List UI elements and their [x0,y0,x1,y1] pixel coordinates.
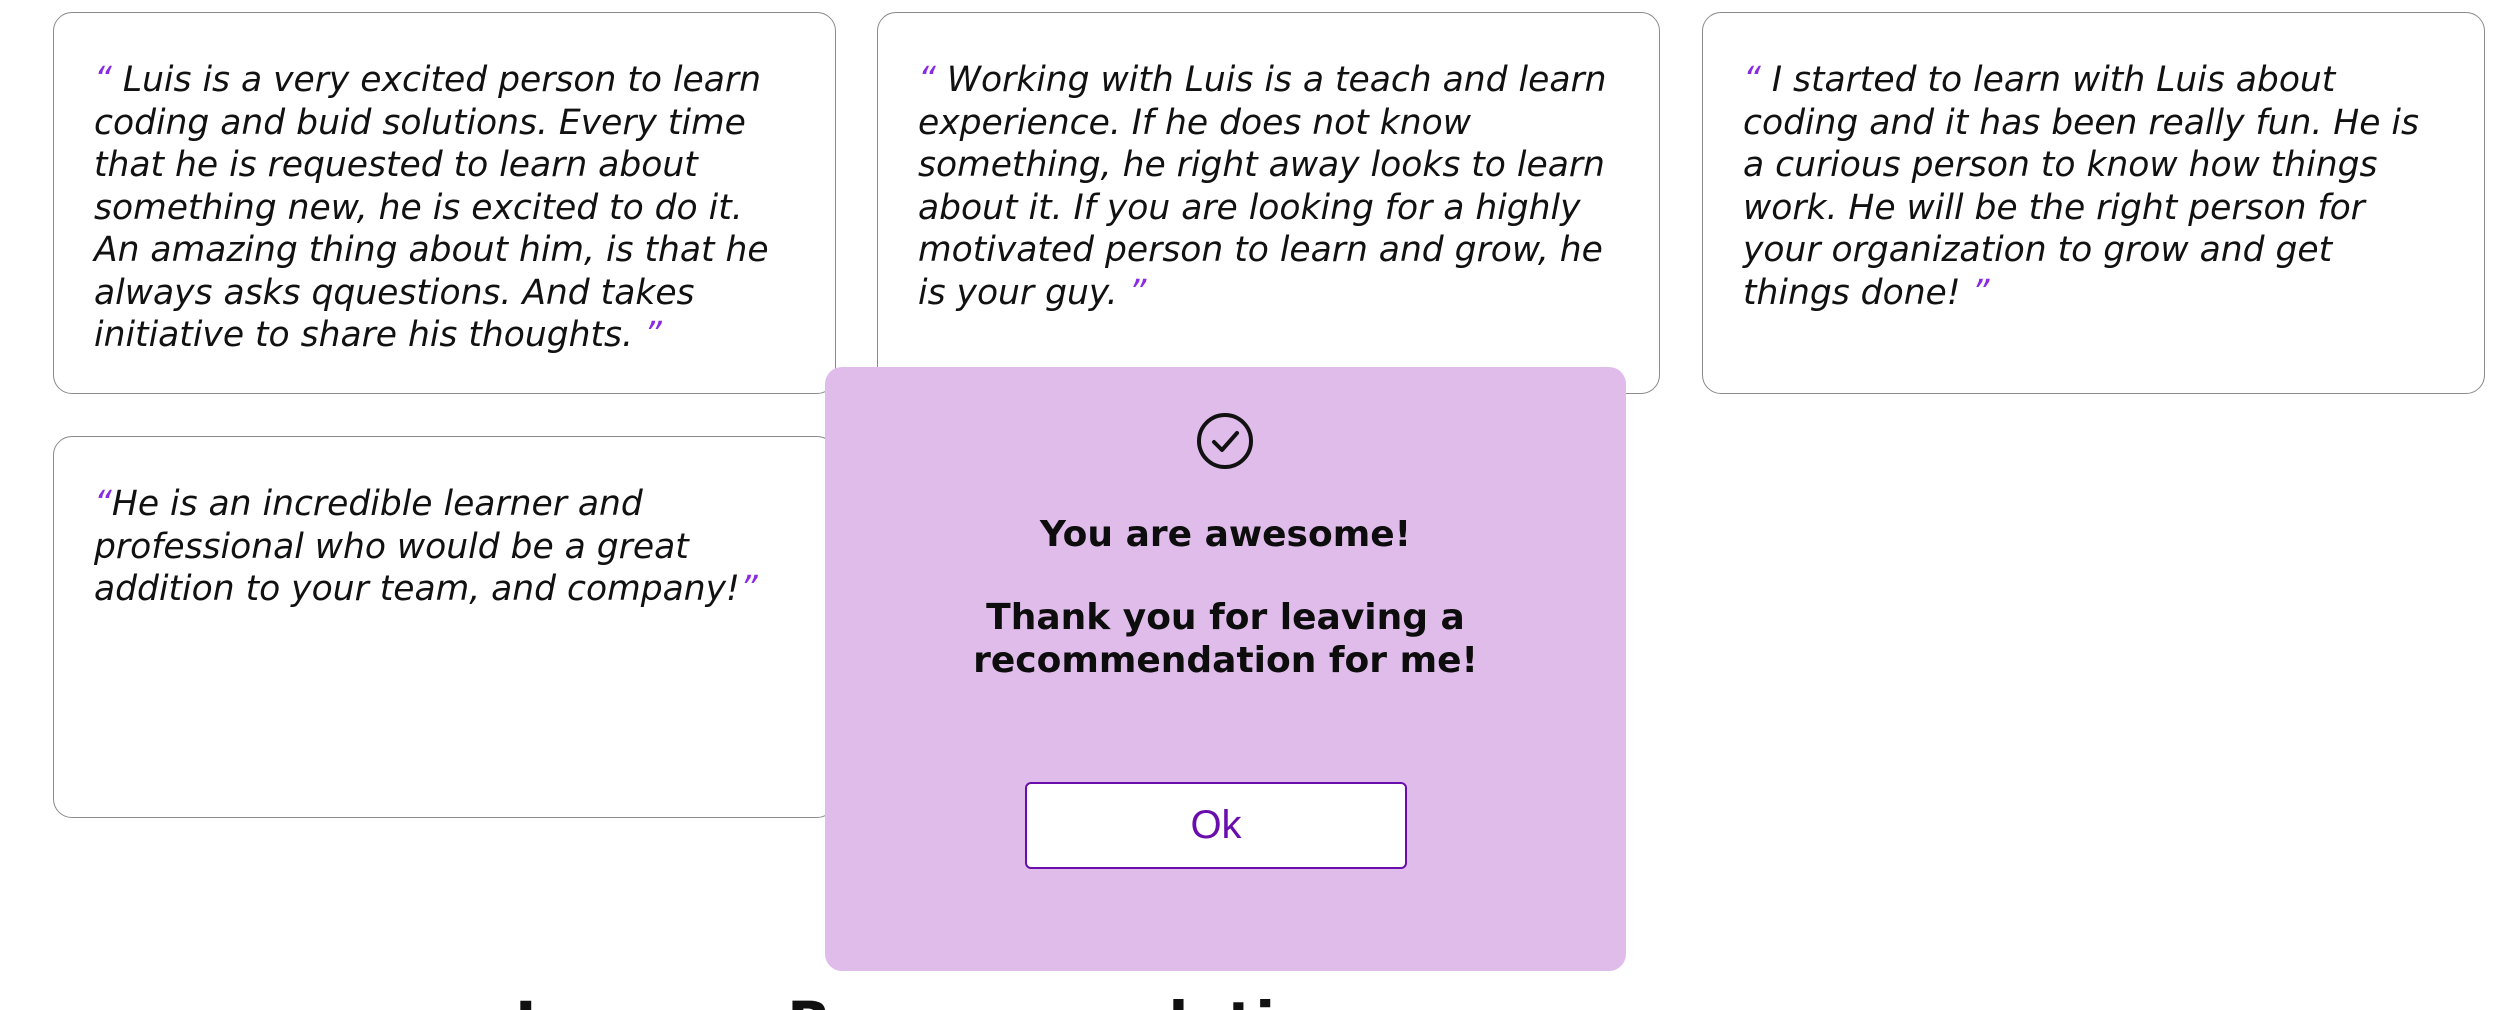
open-quote-mark: “ [918,60,936,100]
open-quote-mark: “ [94,60,112,100]
section-heading: Leave a Recommendation [515,988,1356,1010]
modal-message: Thank you for leaving a recommendation f… [973,597,1478,681]
recommendation-text: Luis is a very excited person to learn c… [94,60,769,355]
ok-button[interactable]: Ok [1025,782,1407,869]
close-quote-mark: ” [739,569,758,609]
close-quote-mark: ” [643,315,662,355]
recommendation-text: Working with Luis is a teach and learn e… [918,60,1607,313]
recommendation-card: “ Working with Luis is a teach and learn… [877,12,1660,394]
close-quote-mark: ” [1971,272,1990,313]
open-quote-mark: “ [94,484,112,524]
modal-title: You are awesome! [1039,514,1412,555]
recommendation-text: I started to learn with Luis about codin… [1743,60,2419,313]
close-quote-mark: ” [1128,272,1147,313]
recommendation-card: “ Luis is a very excited person to learn… [53,12,836,394]
recommendation-card: “He is an incredible learner and profess… [53,436,836,818]
open-quote-mark: “ [1743,60,1761,100]
check-circle-icon [1197,413,1253,469]
recommendation-card: “ I started to learn with Luis about cod… [1702,12,2485,394]
success-modal: You are awesome! Thank you for leaving a… [825,367,1626,971]
recommendation-text: He is an incredible learner and professi… [94,484,740,609]
